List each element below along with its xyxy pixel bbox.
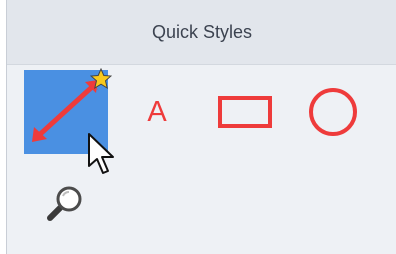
- text-callout-icon: A: [147, 95, 167, 128]
- magnifier-icon: [47, 186, 82, 221]
- rectangle-icon: [218, 96, 272, 128]
- favorite-star-icon: [90, 68, 112, 90]
- panel-title: Quick Styles: [151, 21, 253, 42]
- style-rectangle-tile[interactable]: [203, 70, 287, 154]
- mouse-pointer-icon: [88, 133, 114, 174]
- quick-styles-header: Quick Styles: [7, 0, 396, 65]
- style-text-tile[interactable]: A: [115, 70, 199, 154]
- quick-styles-panel: Quick Styles A: [6, 0, 396, 254]
- style-ellipse-tile[interactable]: [291, 70, 375, 154]
- ellipse-icon: [309, 88, 357, 136]
